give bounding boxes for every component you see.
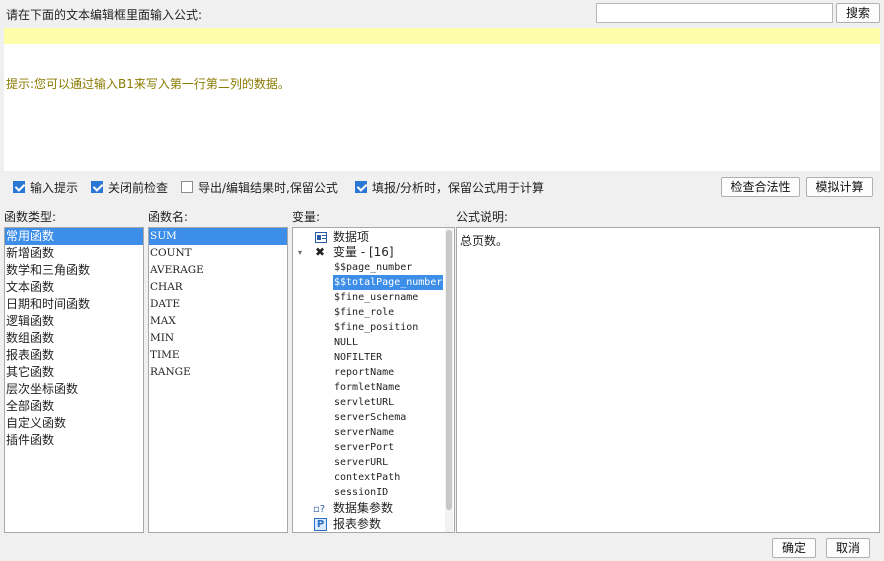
formula-prompt: 请在下面的文本编辑框里面输入公式: [6,8,203,22]
search-input[interactable] [596,3,833,23]
search-button[interactable]: 搜索 [836,3,880,23]
tree-node-data-items[interactable]: 数据项 [293,230,443,245]
variable-item[interactable]: $$totalPage_number [333,275,444,290]
variable-item[interactable]: $fine_role [333,305,395,320]
option-label: 填报/分析时，保留公式用于计算 [372,180,545,195]
parameter-icon: P [314,518,327,531]
list-item[interactable]: 其它函数 [5,364,143,381]
option-keep-formula-fill[interactable]: 填报/分析时，保留公式用于计算 [355,180,545,195]
variable-item[interactable]: NOFILTER [333,350,383,365]
variable-item[interactable]: sessionID [333,485,389,500]
description-text: 总页数。 [460,234,509,248]
cancel-button[interactable]: 取消 [826,538,870,558]
variable-item[interactable]: $fine_username [333,290,419,305]
variable-item[interactable]: servletURL [333,395,395,410]
check-validity-button[interactable]: 检查合法性 [721,177,800,197]
scrollbar[interactable] [445,228,453,532]
ok-button[interactable]: 确定 [772,538,816,558]
tree-label: 变量 - [16] [333,245,394,259]
tree-node-variables[interactable]: ▾ ✖ 变量 - [16] [293,245,443,260]
list-item[interactable]: AVERAGE [149,262,287,279]
variable-item[interactable]: serverSchema [333,410,407,425]
scrollbar-thumb[interactable] [446,230,452,510]
list-item[interactable]: MIN [149,330,287,347]
variables-title: 变量: [292,210,321,224]
function-names-list[interactable]: SUM COUNT AVERAGE CHAR DATE MAX MIN TIME… [148,227,288,533]
variable-item[interactable]: serverName [333,425,395,440]
function-types-title: 函数类型: [4,210,57,224]
list-item[interactable]: MAX [149,313,287,330]
editor-hint: 提示:您可以通过输入B1来写入第一行第二列的数据。 [6,77,290,91]
data-item-icon [315,232,327,243]
variable-item[interactable]: reportName [333,365,395,380]
list-item[interactable]: COUNT [149,245,287,262]
option-keep-formula-export[interactable]: 导出/编辑结果时,保留公式 [181,180,338,195]
formula-editor[interactable]: 提示:您可以通过输入B1来写入第一行第二列的数据。 [4,28,880,171]
function-types-list[interactable]: 常用函数 新增函数 数学和三角函数 文本函数 日期和时间函数 逻辑函数 数组函数… [4,227,144,533]
simulate-calc-button[interactable]: 模拟计算 [806,177,873,197]
description-panel: 总页数。 [456,227,880,533]
variable-item[interactable]: serverPort [333,440,395,455]
variable-icon: ✖ [315,245,326,259]
checkbox-check-before-close[interactable] [91,181,103,193]
variable-item[interactable]: serverURL [333,455,389,470]
option-label: 关闭前检查 [108,180,169,195]
variable-item[interactable]: $fine_position [333,320,419,335]
list-item[interactable]: DATE [149,296,287,313]
list-item[interactable]: 数组函数 [5,330,143,347]
list-item[interactable]: TIME [149,347,287,364]
list-item[interactable]: 文本函数 [5,279,143,296]
chevron-down-icon[interactable]: ▾ [298,245,302,260]
list-item[interactable]: 自定义函数 [5,415,143,432]
variable-item[interactable]: contextPath [333,470,401,485]
list-item[interactable]: SUM [149,228,287,245]
option-label: 输入提示 [30,180,79,195]
variable-item[interactable]: formletName [333,380,401,395]
dataset-param-icon: ▫? [313,504,326,515]
tree-node-dataset-params[interactable]: ▫? 数据集参数 [293,501,443,516]
list-item[interactable]: 层次坐标函数 [5,381,143,398]
list-item[interactable]: 日期和时间函数 [5,296,143,313]
variables-tree[interactable]: 数据项 ▾ ✖ 变量 - [16] $$page_number $$totalP… [292,227,455,533]
checkbox-input-hint[interactable] [13,181,25,193]
option-label: 导出/编辑结果时,保留公式 [198,180,338,195]
current-line-highlight [4,28,880,44]
tree-label: 报表参数 [333,517,382,531]
variable-item[interactable]: $$page_number [333,260,413,275]
list-item[interactable]: 常用函数 [5,228,143,245]
list-item[interactable]: 全部函数 [5,398,143,415]
variable-item[interactable]: NULL [333,335,359,350]
list-item[interactable]: 逻辑函数 [5,313,143,330]
tree-label: 数据集参数 [333,501,394,515]
list-item[interactable]: RANGE [149,364,287,381]
option-input-hint[interactable]: 输入提示 [13,180,79,195]
checkbox-keep-formula-fill[interactable] [355,181,367,193]
tree-label: 数据项 [333,230,370,244]
list-item[interactable]: 数学和三角函数 [5,262,143,279]
tree-node-report-params[interactable]: P 报表参数 [293,517,443,532]
checkbox-keep-formula-export[interactable] [181,181,193,193]
function-names-title: 函数名: [148,210,189,224]
list-item[interactable]: 插件函数 [5,432,143,449]
list-item[interactable]: CHAR [149,279,287,296]
list-item[interactable]: 新增函数 [5,245,143,262]
description-title: 公式说明: [456,210,509,224]
option-check-before-close[interactable]: 关闭前检查 [91,180,169,195]
list-item[interactable]: 报表函数 [5,347,143,364]
